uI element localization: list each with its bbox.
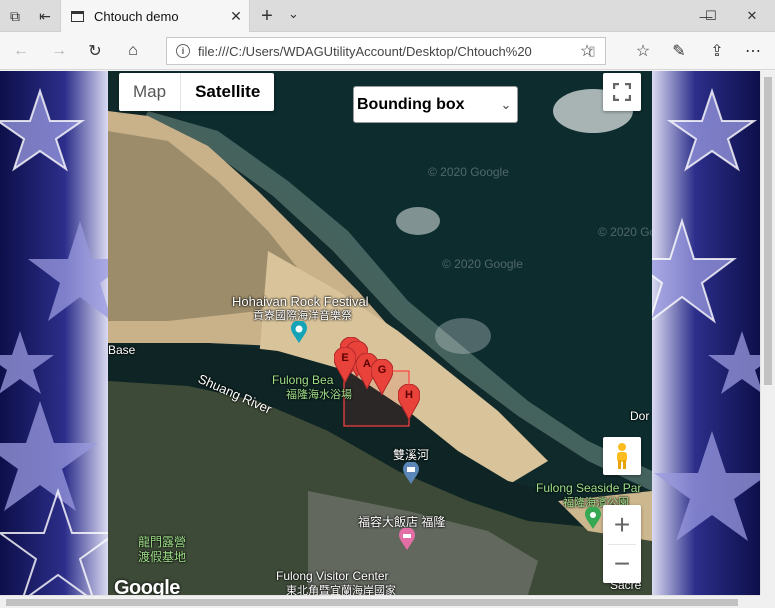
star-background-left — [0, 71, 108, 595]
site-info-icon[interactable]: i — [176, 44, 190, 58]
label-camp-zh-2: 渡假基地 — [138, 550, 187, 564]
music-poi-icon[interactable] — [290, 321, 308, 343]
map-watermark: © 2020 Google — [428, 165, 509, 179]
street-view-pegman-button[interactable] — [603, 437, 641, 475]
marker-e-label: E — [341, 352, 349, 364]
title-bar: ⧉ ⇤ Chtouch demo ✕ + ⌄ — ☐ ✕ — [0, 0, 775, 32]
map-type-control: Map Satellite — [119, 73, 275, 111]
tab-chtouch-demo[interactable]: Chtouch demo ✕ — [60, 0, 250, 32]
home-icon[interactable]: ⌂ — [120, 39, 146, 63]
map-watermark-2: © 2020 Google — [598, 225, 652, 239]
label-base: Base — [108, 343, 136, 357]
label-seaside-park: Fulong Seaside Par — [536, 481, 642, 495]
tab-preview-chevron-icon[interactable]: ⌄ — [288, 6, 299, 22]
map-marker-h[interactable]: H — [398, 384, 420, 420]
horizontal-scrollbar[interactable] — [0, 595, 760, 608]
pen-icon[interactable]: ✎ — [666, 39, 692, 63]
satellite-map[interactable]: © 2020 Google © 2020 Google © 2020 Googl… — [108, 71, 652, 595]
marker-h-label: H — [405, 389, 413, 401]
zoom-in-button[interactable]: + — [603, 506, 641, 544]
close-window-icon[interactable]: ✕ — [729, 0, 775, 32]
label-visitor-center-zh: 東北角暨宜蘭海岸國家 — [286, 585, 396, 595]
map-marker-g[interactable]: G — [371, 359, 393, 395]
mode-select-value: Bounding box — [357, 95, 465, 113]
tab-title: Chtouch demo — [94, 8, 179, 24]
page-content: © 2020 Google © 2020 Google © 2020 Googl… — [0, 71, 760, 595]
page-icon — [71, 10, 84, 22]
maximize-icon[interactable]: ☐ — [688, 0, 734, 32]
forward-icon[interactable]: → — [46, 39, 72, 63]
zoom-control: + − — [603, 505, 641, 583]
fullscreen-button[interactable] — [603, 73, 641, 111]
map-watermark-3: © 2020 Google — [442, 257, 523, 271]
label-stream-zh: 雙溪河 — [393, 448, 430, 462]
refresh-icon[interactable]: ↻ — [82, 39, 108, 63]
label-beach: Fulong Bea — [272, 373, 334, 387]
vertical-scrollbar[interactable] — [760, 71, 775, 595]
more-icon[interactable]: ⋯ — [740, 39, 766, 63]
label-visitor-center: Fulong Visitor Center — [276, 569, 389, 583]
back-icon[interactable]: ← — [8, 39, 34, 63]
map-marker-e[interactable]: E — [334, 347, 356, 383]
label-beach-zh: 福隆海水浴場 — [286, 389, 352, 401]
map-type-satellite-button[interactable]: Satellite — [181, 73, 274, 111]
share-icon[interactable]: ⇪ — [704, 39, 730, 63]
pegman-icon — [617, 443, 627, 469]
horizontal-scrollbar-thumb[interactable] — [6, 599, 738, 606]
marker-g-label: G — [377, 364, 387, 376]
fullscreen-icon — [613, 83, 631, 101]
close-tab-icon[interactable]: ✕ — [223, 8, 249, 25]
url-text[interactable]: file:///C:/Users/WDAGUtilityAccount/Desk… — [198, 44, 579, 59]
google-logo[interactable]: Google — [114, 577, 180, 595]
tabs-aside-icon[interactable]: ⇤ — [34, 6, 56, 26]
park-poi-icon[interactable] — [584, 507, 602, 529]
vertical-scrollbar-thumb[interactable] — [764, 77, 772, 385]
tab-actions-icon[interactable]: ⧉ — [4, 6, 26, 26]
mode-select[interactable]: Bounding box ⌄ — [353, 86, 518, 123]
scrollbar-corner — [760, 595, 775, 608]
zoom-out-button[interactable]: − — [603, 545, 641, 583]
hotel-poi-icon[interactable] — [398, 528, 416, 550]
navigation-bar: ← → ↻ ⌂ i file:///C:/Users/WDAGUtilityAc… — [0, 32, 775, 70]
label-dor: Dor — [630, 409, 650, 423]
favorites-list-icon[interactable]: ☆ — [630, 39, 656, 63]
landmark-poi-icon[interactable] — [402, 462, 420, 484]
map-type-map-button[interactable]: Map — [119, 73, 182, 111]
new-tab-icon[interactable]: + — [256, 5, 278, 28]
address-bar[interactable]: i file:///C:/Users/WDAGUtilityAccount/De… — [166, 37, 606, 65]
chevron-down-icon: ⌄ — [500, 96, 512, 112]
star-background-right — [652, 71, 760, 595]
favorite-star-icon[interactable]: ☆ — [574, 39, 600, 63]
